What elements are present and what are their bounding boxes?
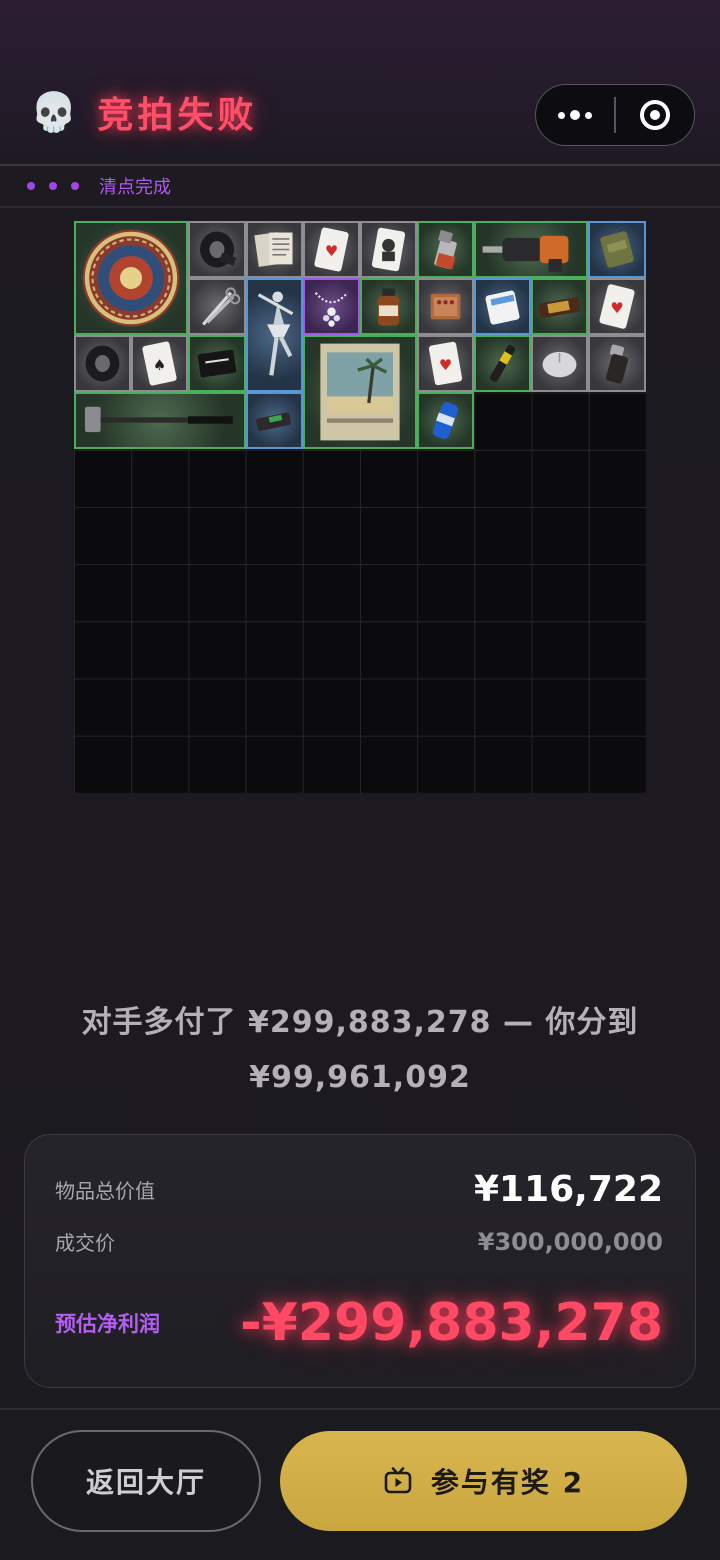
- status-dot: [27, 182, 35, 190]
- figurine-icon: [257, 291, 294, 376]
- mouse-icon: [542, 351, 577, 378]
- item-ornate-plate[interactable]: [74, 221, 188, 335]
- svg-text:♥: ♥: [439, 357, 452, 374]
- documents-icon: [254, 232, 293, 267]
- status-dot: [49, 182, 57, 190]
- more-dots-icon: [558, 110, 593, 120]
- item-pepper-grinder[interactable]: [588, 335, 646, 392]
- can-icon: [432, 402, 459, 439]
- face-card-icon: [371, 227, 406, 272]
- tv-play-icon: [383, 1466, 413, 1496]
- status-indicator: 清点完成: [27, 172, 171, 200]
- item-playing-card-portrait[interactable]: [360, 221, 417, 278]
- chocolate-bar-icon: [538, 297, 581, 319]
- profit-row: 预估净利润 -¥299,883,278: [55, 1293, 663, 1353]
- inventory-grid: ♥ ♥ ♠ ♥: [74, 221, 646, 793]
- status-divider: [0, 206, 720, 208]
- pill-box-icon: [485, 290, 520, 325]
- item-pill-box[interactable]: [474, 278, 531, 335]
- summary-card: 物品总价值 ¥116,722 成交价 ¥300,000,000 预估净利润 -¥…: [24, 1134, 696, 1388]
- item-ballerina-figurine[interactable]: [246, 278, 303, 392]
- matchbox-icon: [430, 293, 461, 320]
- profit-label: 预估净利润: [55, 1312, 160, 1336]
- marker-icon: [489, 345, 516, 382]
- mini-program-capsule: [535, 84, 695, 146]
- poster-icon: [320, 343, 400, 441]
- item-computer-mouse[interactable]: [531, 335, 588, 392]
- duct-tape-icon: [200, 231, 237, 268]
- profit-value: -¥299,883,278: [240, 1293, 663, 1353]
- item-scissors[interactable]: [188, 278, 246, 335]
- more-button[interactable]: [536, 85, 614, 145]
- page-title: 竞拍失败: [97, 95, 258, 136]
- total-value-label: 物品总价值: [55, 1179, 155, 1203]
- item-lighter[interactable]: [417, 221, 474, 278]
- result-message: 对手多付了 ¥299,883,278 — 你分到 ¥99,961,092: [40, 995, 680, 1105]
- svg-text:♥: ♥: [325, 243, 338, 260]
- item-usb-drive[interactable]: [246, 392, 303, 449]
- close-button[interactable]: [616, 85, 694, 145]
- item-power-drill[interactable]: [474, 221, 588, 278]
- item-necklace[interactable]: [303, 278, 360, 335]
- back-to-lobby-label: 返回大厅: [85, 1466, 206, 1499]
- deal-price: ¥300,000,000: [477, 1227, 663, 1256]
- item-playing-card[interactable]: ♥: [588, 278, 646, 335]
- item-vintage-poster[interactable]: [303, 335, 417, 449]
- join-reward-label: 参与有奖 2: [430, 1466, 585, 1499]
- bottle-icon: [377, 288, 400, 326]
- item-playing-card-spades[interactable]: ♠: [131, 335, 188, 392]
- svg-text:♥: ♥: [610, 300, 623, 317]
- item-good-luck-card[interactable]: [188, 335, 246, 392]
- item-energy-can[interactable]: [417, 392, 474, 449]
- playing-card-icon: ♥: [599, 284, 635, 329]
- playing-card-icon: ♥: [428, 341, 463, 386]
- item-duct-tape[interactable]: [74, 335, 131, 392]
- status-text: 清点完成: [99, 177, 171, 198]
- join-reward-button[interactable]: 参与有奖 2: [280, 1431, 687, 1531]
- item-marker-pen[interactable]: [474, 335, 531, 392]
- item-duct-tape[interactable]: [188, 221, 246, 278]
- skull-icon: 💀: [30, 90, 78, 134]
- back-to-lobby-button[interactable]: 返回大厅: [31, 1430, 261, 1532]
- top-bar: 💀 竞拍失败: [0, 0, 720, 165]
- ornate-plate-icon: [82, 229, 180, 327]
- usb-drive-icon: [255, 412, 291, 432]
- drill-icon: [482, 235, 569, 272]
- playing-card-icon: ♠: [142, 341, 177, 386]
- item-ration-pack[interactable]: [588, 221, 646, 278]
- duct-tape-icon: [85, 345, 120, 382]
- card-icon: [197, 349, 237, 378]
- ration-pack-icon: [600, 231, 634, 268]
- item-medicine-bottle[interactable]: [360, 278, 417, 335]
- lighter-icon: [434, 230, 457, 270]
- result-message-line2: ¥99,961,092: [249, 1060, 471, 1095]
- header-divider: [0, 164, 720, 166]
- status-dot: [71, 182, 79, 190]
- grinder-icon: [605, 344, 629, 384]
- footer-divider: [0, 1408, 720, 1410]
- deal-price-row: 成交价 ¥300,000,000: [55, 1227, 663, 1256]
- item-playing-card[interactable]: ♥: [303, 221, 360, 278]
- target-close-icon: [639, 100, 670, 130]
- playing-card-icon: ♥: [314, 227, 349, 272]
- item-sledgehammer[interactable]: [74, 392, 246, 449]
- result-message-line1: 对手多付了 ¥299,883,278 — 你分到: [81, 1005, 639, 1040]
- scissors-icon: [202, 287, 241, 326]
- item-paper-documents[interactable]: [246, 221, 303, 278]
- sledgehammer-icon: [84, 406, 233, 433]
- title-group: 💀 竞拍失败: [30, 86, 257, 138]
- item-chocolate-bar[interactable]: [531, 278, 588, 335]
- item-playing-card[interactable]: ♥: [417, 335, 474, 392]
- necklace-icon: [314, 292, 349, 327]
- deal-price-label: 成交价: [55, 1231, 115, 1255]
- svg-text:♠: ♠: [153, 357, 166, 374]
- total-value-row: 物品总价值 ¥116,722: [55, 1169, 663, 1210]
- item-matchbox[interactable]: [417, 278, 474, 335]
- total-value: ¥116,722: [473, 1169, 663, 1210]
